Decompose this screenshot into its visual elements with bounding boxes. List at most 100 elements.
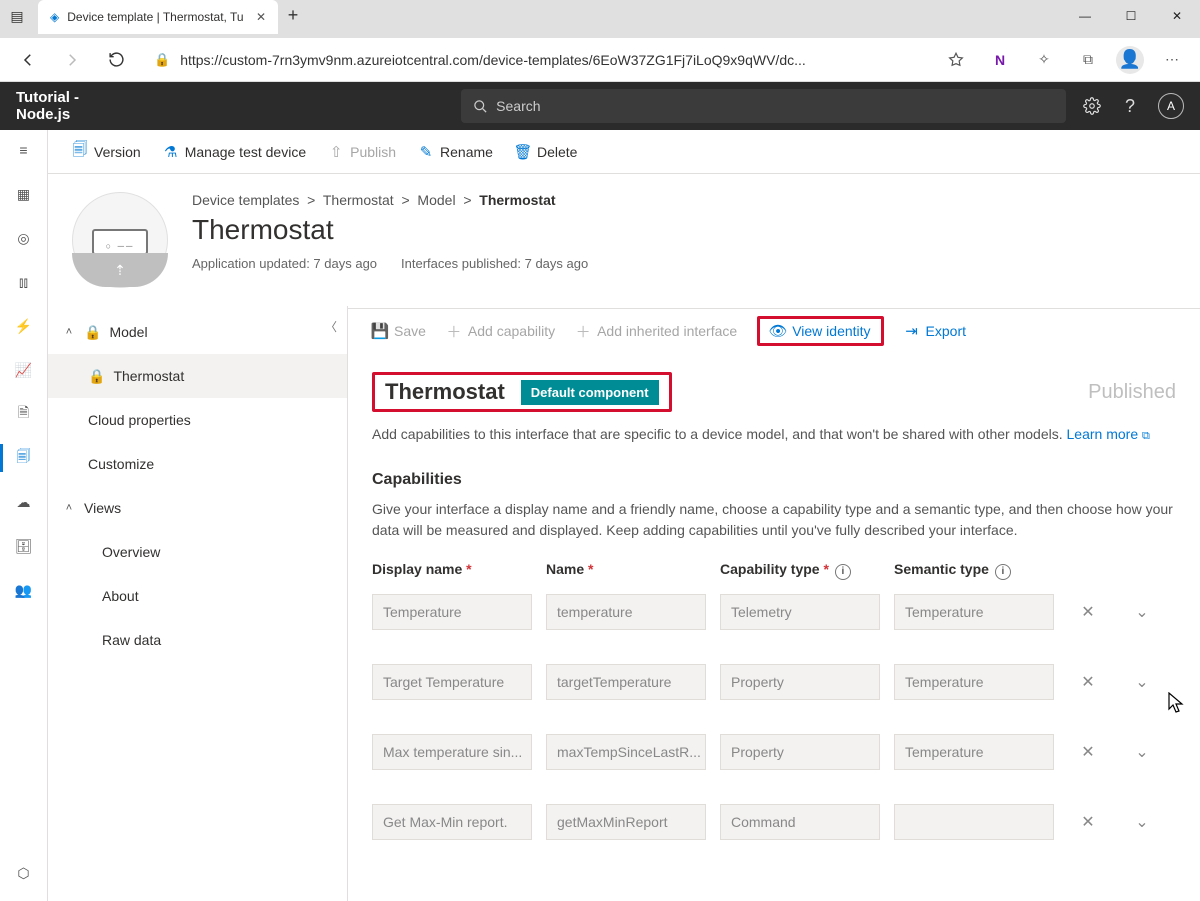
tab-strip: ▤ ◈ Device template | Thermostat, Tu ✕ +… (0, 0, 1200, 38)
export-button[interactable]: ⇥ Export (904, 323, 966, 339)
analytics-icon[interactable]: ⫾⫾ (12, 270, 36, 294)
breadcrumb-thermostat[interactable]: Thermostat (323, 192, 394, 208)
maximize-button[interactable]: ☐ (1108, 0, 1154, 32)
admin-icon[interactable]: 🗄 (12, 534, 36, 558)
display-name-field[interactable]: Max temperature sin... (372, 734, 532, 770)
learn-more-link[interactable]: Learn more ⧉ (1067, 426, 1150, 442)
refresh-button[interactable] (100, 44, 132, 76)
close-window-button[interactable]: ✕ (1154, 0, 1200, 32)
search-icon (473, 99, 488, 114)
page-toolbar: 🗐 Version ⚗ Manage test device ⇧ Publish… (48, 130, 1200, 174)
view-identity-button[interactable]: 👁 View identity (770, 323, 870, 339)
close-tab-icon[interactable]: ✕ (256, 10, 266, 24)
search-input[interactable]: Search (461, 89, 1066, 123)
default-component-badge: Default component (521, 380, 659, 405)
col-name: Name (546, 561, 706, 580)
tree-cloud-properties[interactable]: Cloud properties (48, 398, 347, 442)
app-settings-icon[interactable]: ⬡ (12, 861, 36, 885)
tree-rawdata[interactable]: Raw data (48, 618, 347, 662)
publish-button: ⇧ Publish (328, 144, 396, 160)
model-tree: ˄ 🔒 Model 〈 🔒 Thermostat Cloud propertie… (48, 306, 348, 901)
dashboard-icon[interactable]: ▦ (12, 182, 36, 206)
expand-row-icon[interactable]: ⌄ (1122, 812, 1162, 832)
trash-icon: 🗑 (515, 144, 531, 160)
name-field[interactable]: targetTemperature (546, 664, 706, 700)
url-field[interactable]: 🔒 https://custom-7rn3ymv9nm.azureiotcent… (144, 44, 928, 76)
more-button[interactable]: ⋯ (1156, 44, 1188, 76)
remove-row-icon[interactable]: ✕ (1068, 602, 1108, 622)
back-button[interactable] (12, 44, 44, 76)
breadcrumb-model[interactable]: Model (417, 192, 455, 208)
save-button: 💾 Save (372, 323, 426, 339)
capability-type-field[interactable]: Property (720, 664, 880, 700)
meta-app-updated: Application updated: 7 days ago (192, 256, 377, 271)
expand-row-icon[interactable]: ⌄ (1122, 672, 1162, 692)
remove-row-icon[interactable]: ✕ (1068, 812, 1108, 832)
expand-row-icon[interactable]: ⌄ (1122, 742, 1162, 762)
browser-tab[interactable]: ◈ Device template | Thermostat, Tu ✕ (38, 0, 278, 34)
page-header: ○ ── ⇡ Device templates > Thermostat > M… (48, 174, 1200, 309)
rename-button[interactable]: ✎ Rename (418, 144, 493, 160)
info-icon[interactable]: i (835, 564, 851, 580)
jobs-icon[interactable]: ⚡ (12, 314, 36, 338)
page-title: Thermostat (192, 214, 588, 246)
capability-type-field[interactable]: Command (720, 804, 880, 840)
tree-about[interactable]: About (48, 574, 347, 618)
semantic-type-field[interactable]: Temperature (894, 594, 1054, 630)
data-export-icon[interactable]: ☁ (12, 490, 36, 514)
col-semantic-type: Semantic typei (894, 561, 1054, 580)
capabilities-heading: Capabilities (372, 471, 1176, 489)
account-avatar[interactable]: A (1158, 93, 1184, 119)
tree-thermostat[interactable]: 🔒 Thermostat (48, 354, 347, 398)
plus-icon: ＋ (575, 323, 591, 339)
version-icon: 🗐 (72, 144, 88, 160)
tree-customize[interactable]: Customize (48, 442, 347, 486)
manage-device-button[interactable]: ⚗ Manage test device (163, 144, 306, 160)
devices-icon[interactable]: ◎ (12, 226, 36, 250)
semantic-type-field[interactable]: Temperature (894, 664, 1054, 700)
semantic-type-field[interactable]: Temperature (894, 734, 1054, 770)
delete-button[interactable]: 🗑 Delete (515, 144, 577, 160)
app-window-icon: ▤ (0, 0, 34, 32)
lock-icon: 🔒 (88, 368, 105, 385)
favorites-bar-button[interactable]: ✧ (1028, 44, 1060, 76)
files-icon[interactable]: 🗎 (12, 402, 36, 426)
collapse-icon[interactable]: 〈 (325, 318, 337, 335)
semantic-type-field[interactable] (894, 804, 1054, 840)
eye-icon: 👁 (770, 323, 786, 339)
help-icon[interactable]: ? (1120, 96, 1140, 116)
users-icon[interactable]: 👥 (12, 578, 36, 602)
tree-views[interactable]: ˄ Views (48, 486, 347, 530)
name-field[interactable]: temperature (546, 594, 706, 630)
publish-icon: ⇧ (328, 144, 344, 160)
name-field[interactable]: maxTempSinceLastR... (546, 734, 706, 770)
profile-avatar[interactable]: 👤 (1116, 46, 1144, 74)
new-tab-button[interactable]: + (278, 0, 308, 30)
capability-type-field[interactable]: Property (720, 734, 880, 770)
remove-row-icon[interactable]: ✕ (1068, 672, 1108, 692)
minimize-button[interactable]: ― (1062, 0, 1108, 32)
display-name-field[interactable]: Temperature (372, 594, 532, 630)
capability-type-field[interactable]: Telemetry (720, 594, 880, 630)
forward-button[interactable] (56, 44, 88, 76)
rules-icon[interactable]: 📈 (12, 358, 36, 382)
remove-row-icon[interactable]: ✕ (1068, 742, 1108, 762)
settings-icon[interactable] (1082, 96, 1102, 116)
expand-row-icon[interactable]: ⌄ (1122, 602, 1162, 622)
onenote-ext-icon[interactable]: N (984, 44, 1016, 76)
highlight-section-title: Thermostat Default component (372, 372, 672, 412)
lock-icon: 🔒 (154, 52, 170, 68)
display-name-field[interactable]: Get Max-Min report. (372, 804, 532, 840)
version-button[interactable]: 🗐 Version (72, 144, 141, 160)
collections-button[interactable]: ⧉ (1072, 44, 1104, 76)
favorite-button[interactable] (940, 44, 972, 76)
tab-title: Device template | Thermostat, Tu (67, 10, 243, 24)
breadcrumb-templates[interactable]: Device templates (192, 192, 299, 208)
menu-icon[interactable]: ≡ (12, 138, 36, 162)
display-name-field[interactable]: Target Temperature (372, 664, 532, 700)
tree-model[interactable]: ˄ 🔒 Model 〈 (48, 310, 347, 354)
templates-icon[interactable]: 🗐 (12, 446, 36, 470)
name-field[interactable]: getMaxMinReport (546, 804, 706, 840)
tree-overview[interactable]: Overview (48, 530, 347, 574)
info-icon[interactable]: i (995, 564, 1011, 580)
